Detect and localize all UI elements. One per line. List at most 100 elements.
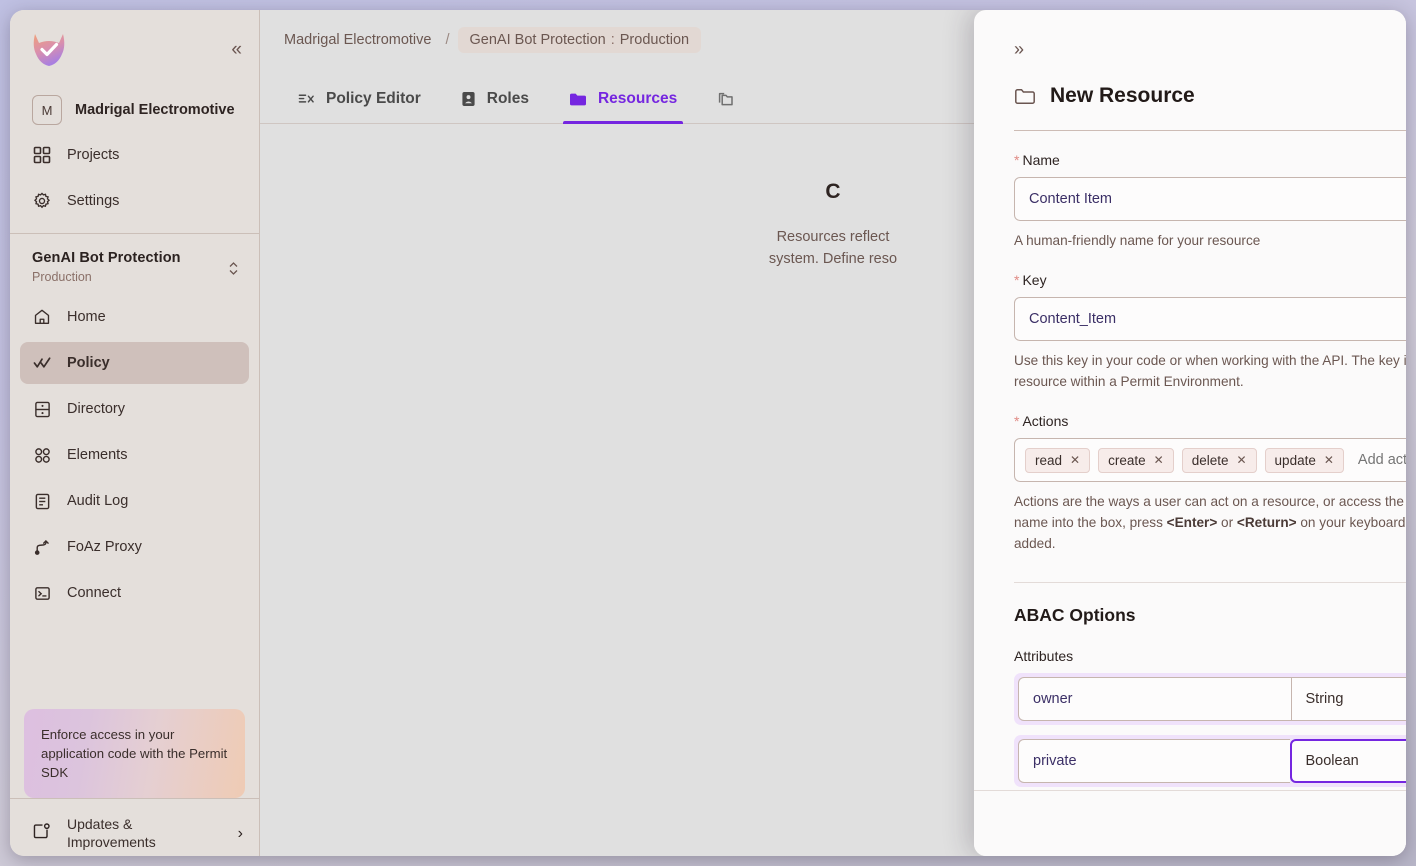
attributes-label: Attributes	[1014, 648, 1406, 664]
name-label-text: Name	[1022, 152, 1059, 168]
required-asterisk: *	[1014, 413, 1019, 429]
name-field-group: *Name A human-friendly name for your res…	[1014, 152, 1406, 251]
action-chip-label: delete	[1192, 453, 1229, 468]
required-asterisk: *	[1014, 152, 1019, 168]
sidebar: « M Madrigal Electromotive Projects	[10, 10, 260, 856]
main-content: Madrigal Electromotive / GenAI Bot Prote…	[260, 10, 1406, 856]
name-input[interactable]	[1014, 177, 1406, 221]
attribute-type-select[interactable]: Boolean	[1290, 739, 1407, 783]
action-chip-label: update	[1275, 453, 1316, 468]
grid-icon	[32, 145, 52, 165]
actions-field-help: Actions are the ways a user can act on a…	[1014, 491, 1406, 554]
close-x-icon[interactable]: ✕	[1154, 453, 1164, 467]
add-action-input[interactable]	[1352, 452, 1406, 468]
key-field-label: *Key	[1014, 272, 1406, 288]
action-chip: update ✕	[1265, 448, 1344, 473]
drawer-footer: Cancel Save	[974, 790, 1406, 856]
sidebar-nav: Home Policy	[10, 290, 259, 798]
org-initial-badge: M	[32, 95, 62, 125]
name-field-label: *Name	[1014, 152, 1406, 168]
attribute-name-input[interactable]	[1018, 677, 1291, 721]
tab-policy-editor[interactable]: Policy Editor	[278, 90, 441, 123]
close-x-icon[interactable]: ✕	[1324, 453, 1334, 467]
breadcrumb-org[interactable]: Madrigal Electromotive	[278, 28, 437, 52]
org-switcher[interactable]: M Madrigal Electromotive	[10, 88, 259, 132]
org-name: Madrigal Electromotive	[75, 102, 235, 118]
actions-label-text: Actions	[1022, 413, 1068, 429]
home-icon	[32, 307, 52, 327]
close-x-icon[interactable]: ✕	[1236, 453, 1246, 467]
actions-field-label: *Actions	[1014, 413, 1406, 429]
new-resource-drawer: » New Resource *Name	[974, 10, 1406, 856]
actions-chips-input[interactable]: read ✕ create ✕ delete ✕	[1014, 438, 1406, 482]
sidebar-item-label: Connect	[67, 585, 121, 601]
policy-check-icon	[32, 353, 52, 373]
sidebar-item-settings[interactable]: Settings	[20, 180, 249, 222]
chevron-up-down-icon[interactable]	[228, 260, 239, 280]
breadcrumb-environment[interactable]: GenAI Bot Protection:Production	[458, 27, 702, 53]
sidebar-item-connect[interactable]: Connect	[20, 572, 249, 614]
elements-icon	[32, 445, 52, 465]
action-chip: read ✕	[1025, 448, 1090, 473]
sidebar-header: «	[10, 10, 259, 88]
sidebar-item-label: FoAz Proxy	[67, 539, 142, 555]
attribute-type-select[interactable]: String	[1291, 677, 1407, 721]
sidebar-item-foaz-proxy[interactable]: FoAz Proxy	[20, 526, 249, 568]
permit-sdk-promo-card[interactable]: Enforce access in your application code …	[24, 709, 245, 798]
roles-icon	[461, 91, 476, 107]
actions-help-enter: <Enter>	[1167, 515, 1218, 530]
sidebar-item-audit-log[interactable]: Audit Log	[20, 480, 249, 522]
sidebar-item-projects[interactable]: Projects	[20, 134, 249, 176]
sidebar-item-elements[interactable]: Elements	[20, 434, 249, 476]
close-x-icon[interactable]: ✕	[1070, 453, 1080, 467]
sidebar-item-policy[interactable]: Policy	[20, 342, 249, 384]
folder-icon	[1014, 87, 1036, 106]
drawer-title: New Resource	[1014, 84, 1406, 131]
breadcrumb-colon: :	[606, 32, 620, 48]
updates-improvements-item[interactable]: Updates & Improvements ›	[10, 798, 259, 856]
announcement-icon	[32, 822, 51, 846]
directory-icon	[32, 399, 52, 419]
terminal-icon	[32, 583, 52, 603]
attribute-row: String ✕	[1014, 673, 1406, 725]
project-name: GenAI Bot Protection	[32, 250, 181, 266]
tab-resources[interactable]: Resources	[549, 90, 697, 123]
action-chip-label: create	[1108, 453, 1146, 468]
attribute-name-input[interactable]	[1018, 739, 1290, 783]
permit-shield-check-icon[interactable]	[30, 30, 68, 68]
actions-help-or: or	[1217, 515, 1237, 530]
sidebar-item-home[interactable]: Home	[20, 296, 249, 338]
sidebar-item-label: Directory	[67, 401, 125, 417]
gear-icon	[32, 191, 52, 211]
foaz-proxy-icon	[32, 537, 52, 557]
drawer-title-text: New Resource	[1050, 84, 1195, 108]
sidebar-item-label: Elements	[67, 447, 127, 463]
key-field-help: Use this key in your code or when workin…	[1014, 350, 1406, 392]
abac-section-divider	[1014, 582, 1406, 583]
required-asterisk: *	[1014, 272, 1019, 288]
abac-options-title: ABAC Options	[1014, 605, 1406, 626]
environment-switcher[interactable]: GenAI Bot Protection Production	[10, 234, 259, 290]
breadcrumb-project-name: GenAI Bot Protection	[470, 32, 606, 48]
audit-log-icon	[32, 491, 52, 511]
action-chip-label: read	[1035, 453, 1062, 468]
chevron-double-left-icon[interactable]: «	[231, 40, 241, 59]
attribute-type-value: String	[1306, 691, 1344, 707]
sidebar-item-label: Home	[67, 309, 106, 325]
chevron-double-right-icon[interactable]: »	[1014, 40, 1023, 58]
tab-label: Roles	[487, 90, 529, 108]
tab-label: Resources	[598, 90, 677, 108]
tab-label: Policy Editor	[326, 90, 421, 108]
actions-field-group: *Actions read ✕ create ✕	[1014, 413, 1406, 554]
chevron-right-icon[interactable]: ›	[238, 825, 243, 843]
environment-name: Production	[32, 270, 181, 284]
sidebar-item-directory[interactable]: Directory	[20, 388, 249, 430]
app-root: « M Madrigal Electromotive Projects	[0, 0, 1416, 866]
tab-resource-sets[interactable]	[697, 91, 766, 123]
tab-roles[interactable]: Roles	[441, 90, 549, 123]
attribute-row: Boolean ✕	[1014, 735, 1406, 787]
policy-editor-icon	[298, 92, 315, 107]
copy-folder-icon	[717, 91, 735, 108]
breadcrumb-separator: /	[439, 32, 455, 48]
key-input[interactable]	[1014, 297, 1406, 341]
